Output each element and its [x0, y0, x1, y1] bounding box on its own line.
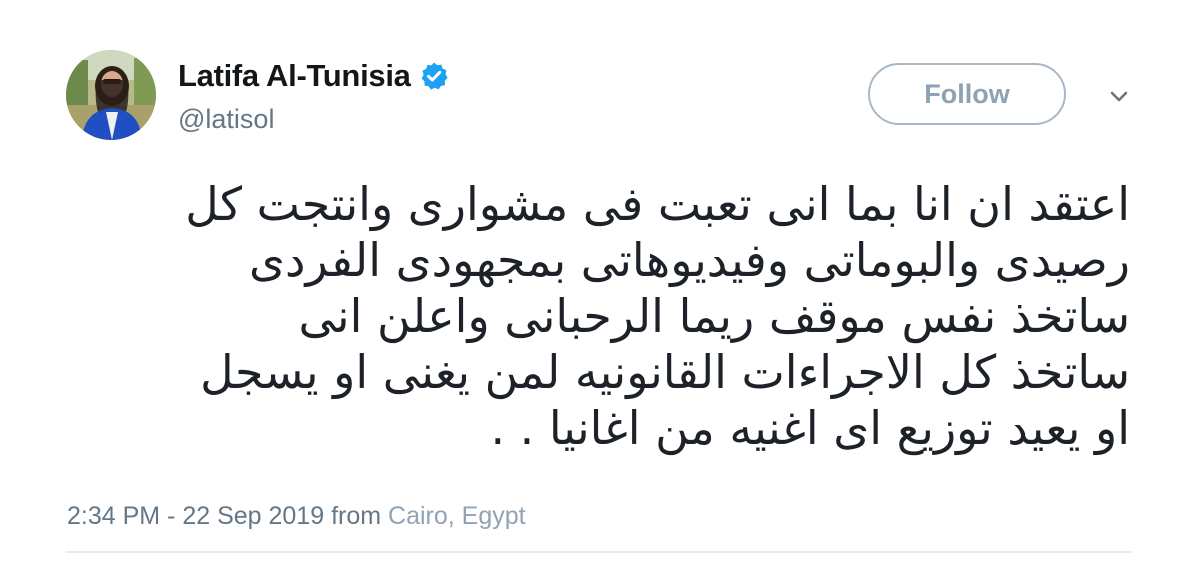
tweet-text-line: رصيدى والبوماتى وفيديوهاتى بمجهودى الفرد… — [249, 233, 1130, 287]
author-handle[interactable]: @latisol — [178, 104, 274, 135]
tweet-text-line: ساتخذ كل الاجراءات القانونيه لمن يغنى او… — [200, 345, 1130, 399]
avatar[interactable] — [66, 50, 156, 140]
tweet-text-line: اعتقد ان انا بما انى تعبت فى مشوارى وانت… — [185, 177, 1130, 231]
chevron-down-icon[interactable] — [1104, 84, 1134, 108]
tweet-text-line: ساتخذ نفس موقف ريما الرحبانى واعلن انى — [298, 289, 1130, 343]
verified-badge-icon — [419, 61, 449, 91]
divider — [66, 551, 1132, 553]
tweet-text: اعتقد ان انا بما انى تعبت فى مشوارى وانت… — [70, 176, 1130, 456]
follow-button[interactable]: Follow — [868, 63, 1066, 125]
tweet-meta: 2:34 PM - 22 Sep 2019 from Cairo, Egypt — [67, 502, 526, 531]
tweet-location-link[interactable]: Cairo, Egypt — [388, 502, 526, 530]
author-name-row[interactable]: Latifa Al-Tunisia — [178, 56, 449, 96]
tweet-card: Latifa Al-Tunisia @latisol Follow اعتقد … — [0, 0, 1200, 562]
avatar-photo — [66, 50, 156, 140]
author-display-name[interactable]: Latifa Al-Tunisia — [178, 58, 411, 94]
tweet-text-line: او يعيد توزيع اى اغنيه من اغانيا . . — [490, 401, 1130, 455]
tweet-timestamp[interactable]: 2:34 PM - 22 Sep 2019 from — [67, 502, 388, 530]
